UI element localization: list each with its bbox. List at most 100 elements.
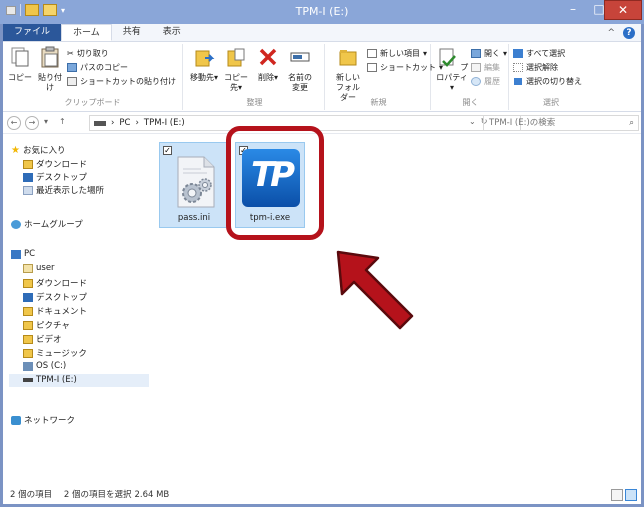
file-item-pass-ini[interactable]: ✓ pass.ini: [159, 142, 229, 228]
collapse-ribbon-icon[interactable]: ^: [607, 28, 615, 38]
settings-file-icon: [177, 156, 215, 208]
drive-icon: [94, 120, 106, 126]
recent-locations-button[interactable]: ▾: [44, 117, 48, 126]
copy-path-icon: [67, 63, 77, 72]
usb-drive-icon: [23, 378, 33, 382]
tab-home[interactable]: ホーム: [61, 24, 112, 41]
move-to-button[interactable]: 移動先▾: [189, 46, 219, 83]
window-title: TPM-I (E:): [295, 5, 349, 18]
desktop-icon: [23, 172, 33, 182]
move-to-icon: [195, 50, 215, 67]
user-folder-icon: [23, 263, 33, 273]
recent-places-icon: [23, 185, 33, 195]
pc-icon: [11, 249, 21, 259]
nav-network[interactable]: ネットワーク: [11, 414, 75, 426]
nav-documents[interactable]: ドキュメント: [23, 305, 87, 317]
nav-music[interactable]: ミュージック: [23, 347, 87, 359]
copy-to-icon: [227, 48, 245, 67]
select-all-icon: [513, 49, 523, 58]
star-icon: ★: [11, 144, 20, 156]
new-item-button[interactable]: 新しい項目 ▾: [367, 48, 427, 59]
breadcrumb-drive[interactable]: TPM-I (E:): [144, 116, 185, 130]
cut-button[interactable]: ✂ 切り取り: [67, 48, 109, 59]
details-view-button[interactable]: [611, 489, 623, 501]
nav-pictures[interactable]: ピクチャ: [23, 319, 70, 331]
select-group-label: 選択: [543, 98, 559, 107]
nav-user[interactable]: user: [23, 263, 55, 273]
edit-button[interactable]: 編集: [471, 62, 500, 73]
properties-button[interactable]: プロパティ▾: [435, 46, 469, 93]
pictures-icon: [23, 320, 33, 330]
large-icons-view-button[interactable]: [625, 489, 637, 501]
select-all-button[interactable]: すべて選択: [513, 48, 565, 59]
file-checkbox[interactable]: ✓: [163, 146, 172, 155]
status-bar: 2 個の項目 2 個の項目を選択 2.64 MB: [3, 486, 641, 504]
back-button[interactable]: ←: [7, 116, 21, 130]
forward-button[interactable]: →: [25, 116, 39, 130]
desktop-icon: [23, 292, 33, 302]
paste-shortcut-icon: [67, 77, 77, 86]
copy-icon: [11, 47, 29, 67]
copy-to-button[interactable]: コピー先▾: [221, 46, 251, 93]
history-button[interactable]: 履歴: [471, 76, 500, 87]
select-none-button[interactable]: 選択解除: [513, 62, 558, 73]
search-icon[interactable]: ⌕: [629, 116, 634, 130]
tab-share[interactable]: 共有: [112, 24, 152, 41]
breadcrumb-sep: ›: [111, 118, 115, 128]
close-button[interactable]: ✕: [604, 0, 642, 20]
videos-icon: [23, 334, 33, 344]
search-placeholder: TPM-I (E:)の検索: [489, 118, 556, 128]
nav-os-drive[interactable]: OS (C:): [23, 361, 66, 371]
rename-button[interactable]: 名前の 変更: [285, 46, 315, 93]
open-icon: [471, 49, 481, 58]
invert-selection-icon: [513, 77, 523, 86]
paste-shortcut-button[interactable]: ショートカットの貼り付け: [67, 76, 176, 87]
up-button[interactable]: ↑: [59, 117, 66, 126]
copy-button[interactable]: コピー: [7, 46, 33, 83]
nav-pc[interactable]: PC: [11, 249, 35, 259]
new-group: 新しい フォルダー 新しい項目 ▾ ショートカット ▾ 新規: [327, 44, 443, 110]
nav-pc-downloads[interactable]: ダウンロード: [23, 277, 87, 289]
ribbon: コピー 貼り付け ✂ 切り取り パスのコピー ショートカットの貼り付け クリップボ…: [3, 42, 641, 112]
clipboard-group: コピー 貼り付け ✂ 切り取り パスのコピー ショートカットの貼り付け クリップボ…: [3, 44, 183, 110]
ribbon-tabs: ファイル ホーム 共有 表示 ^ ?: [3, 24, 641, 42]
nav-pc-desktop[interactable]: デスクトップ: [23, 291, 87, 303]
new-folder-button[interactable]: 新しい フォルダー: [333, 46, 363, 103]
breadcrumb-pc[interactable]: PC: [119, 116, 130, 130]
file-name: pass.ini: [177, 213, 211, 223]
nav-fav-recent[interactable]: 最近表示した場所: [23, 184, 104, 196]
nav-favorites[interactable]: ★ お気に入り: [11, 144, 65, 157]
scissors-icon: ✂: [67, 49, 74, 58]
rename-icon: [290, 52, 310, 62]
help-icon[interactable]: ?: [623, 26, 635, 39]
selected-size: 2.64 MB: [134, 490, 170, 500]
easy-access-button[interactable]: ショートカット ▾: [367, 62, 443, 73]
nav-tpm-drive[interactable]: TPM-I (E:): [23, 375, 77, 385]
selected-count: 2 個の項目を選択: [63, 490, 132, 500]
copy-path-button[interactable]: パスのコピー: [67, 62, 128, 73]
new-folder-icon: [339, 50, 357, 66]
nav-fav-downloads[interactable]: ダウンロード: [23, 158, 87, 170]
tab-file[interactable]: ファイル: [3, 24, 62, 41]
tab-view[interactable]: 表示: [152, 24, 192, 41]
paste-button[interactable]: 貼り付け: [35, 46, 65, 93]
shortcut-icon: [367, 63, 377, 72]
navigation-bar: ← → ▾ ↑ › PC › TPM-I (E:) ⌄ ↻ TPM-I (E:)…: [3, 112, 641, 134]
paste-icon: [41, 46, 59, 68]
title-bar: ▾ TPM-I (E:) – □ ✕: [0, 0, 644, 24]
file-list: ✓ pass.ini ✓ TP tpm-i.exe: [150, 126, 641, 486]
invert-selection-button[interactable]: 選択の切り替え: [513, 76, 582, 87]
delete-button[interactable]: 削除▾: [255, 46, 281, 83]
minimize-button[interactable]: –: [560, 0, 586, 20]
history-icon: [471, 77, 481, 86]
organize-group-label: 整理: [246, 98, 263, 107]
open-group-label: 開く: [462, 98, 479, 107]
view-switcher: [611, 489, 637, 501]
nav-homegroup[interactable]: ホームグループ: [11, 218, 83, 230]
nav-videos[interactable]: ビデオ: [23, 333, 62, 345]
open-button[interactable]: 開く ▾: [471, 48, 507, 59]
search-box[interactable]: TPM-I (E:)の検索 ⌕: [483, 115, 639, 131]
drive-icon: [23, 361, 33, 371]
nav-fav-desktop[interactable]: デスクトップ: [23, 171, 87, 183]
organize-group: 移動先▾ コピー先▾ 削除▾ 名前の 変更 整理: [185, 44, 325, 110]
